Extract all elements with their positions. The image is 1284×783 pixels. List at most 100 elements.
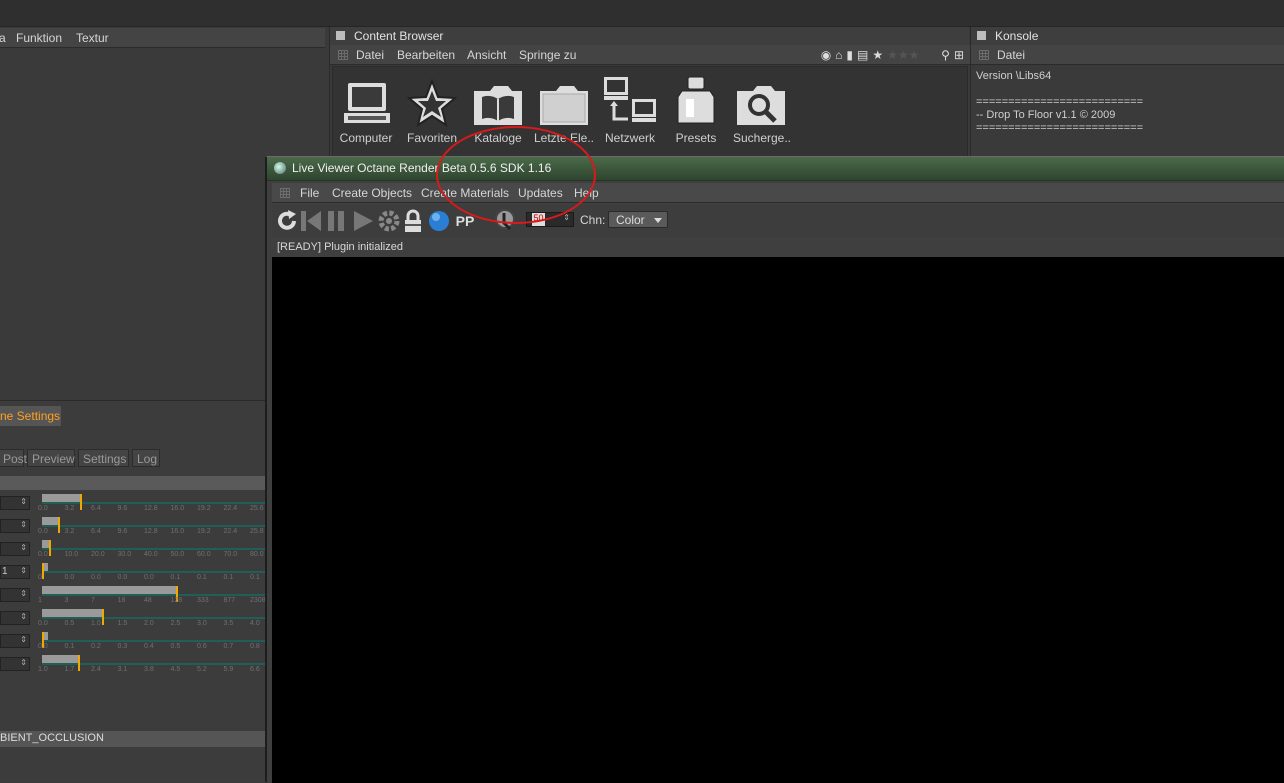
menu-item-funktion[interactable]: Funktion (16, 31, 62, 45)
spin-arrows-icon[interactable]: ⇕ (20, 589, 27, 598)
tick-label: 0.1 (197, 574, 207, 581)
grip-icon[interactable] (338, 50, 348, 60)
slider-track[interactable] (42, 663, 266, 665)
home-icon[interactable]: ⌂ (835, 48, 842, 62)
params-list: ⇕ 0.0 3.2 6.4 9.6 12.8 16.0 19.2 22.4 25.6 ⇕ 0.0 3.2… (0, 494, 266, 678)
tab-settings[interactable]: Settings (78, 449, 129, 467)
param-row: ⇕ 0.0 10.0 20.0 30.0 40.0 50.0 60.0 70.0 80.0 (0, 540, 266, 562)
spin-arrows-icon[interactable]: ⇕ (563, 213, 570, 222)
content-browser-title: Content Browser (354, 29, 444, 43)
tick-label: 0.0 (38, 528, 48, 535)
param-value-field[interactable]: ⇕ (0, 657, 30, 671)
console-menubar: Datei (971, 45, 1284, 65)
tick-label: 20.0 (91, 551, 105, 558)
tab-preview[interactable]: Preview (27, 449, 75, 467)
pause-icon[interactable] (324, 208, 350, 234)
channel-select[interactable]: Color (608, 211, 668, 228)
tick-label: 0.0 (117, 574, 128, 581)
search-icon[interactable]: ⚲ (941, 48, 950, 62)
gear-icon[interactable] (376, 208, 402, 234)
param-value-field[interactable]: ⇕ (0, 588, 30, 602)
param-value-field[interactable]: ⇕ (0, 496, 30, 510)
spin-arrows-icon[interactable]: ⇕ (20, 658, 27, 667)
param-value-field[interactable]: 1 ⇕ (0, 565, 30, 579)
tick-label: 16.0 (170, 528, 185, 535)
preset-icon[interactable]: ▮ (846, 48, 853, 62)
play-icon[interactable] (350, 208, 376, 234)
tick-label: 128 (170, 597, 183, 604)
slider-track[interactable] (42, 640, 266, 642)
lock-icon[interactable] (400, 208, 426, 234)
menu-item-textur[interactable]: Textur (76, 31, 109, 45)
menu-item-file[interactable]: File (300, 186, 319, 200)
red-annotation-circle (436, 126, 596, 224)
spin-arrows-icon[interactable]: ⇕ (20, 497, 27, 506)
tick-label: 6.4 (91, 528, 101, 535)
tick-label: 30.0 (117, 551, 132, 558)
spin-arrows-icon[interactable]: ⇕ (20, 520, 27, 529)
search-folder-icon (737, 86, 785, 125)
param-value-field[interactable]: ⇕ (0, 634, 30, 648)
menu-item-datei[interactable]: Datei (356, 48, 384, 62)
menu-item-bearbeiten[interactable]: Bearbeiten (397, 48, 455, 62)
eye-icon[interactable]: ◉ (821, 48, 831, 62)
slider-track[interactable] (42, 548, 266, 550)
spin-arrows-icon[interactable]: ⇕ (20, 566, 27, 575)
menu-item-datei[interactable]: Datei (997, 48, 1025, 62)
panel-menu-icon[interactable] (977, 31, 986, 40)
spin-arrows-icon[interactable]: ⇕ (20, 543, 27, 552)
menu-item-springe-zu[interactable]: Springe zu (519, 48, 576, 62)
cb-item-netzwerk[interactable]: Netzwerk (599, 77, 661, 145)
slider-ticks: 1 3 7 18 48 128 333 877 2308 (38, 597, 266, 604)
slider-track[interactable] (42, 571, 266, 573)
param-value-field[interactable]: ⇕ (0, 542, 30, 556)
slider-track[interactable] (42, 525, 266, 527)
slider-track[interactable] (42, 502, 266, 504)
param-value-field[interactable]: ⇕ (0, 611, 30, 625)
cb-item-favoriten[interactable]: Favoriten (401, 77, 463, 145)
stars-rating-icon: ★★★ (887, 48, 920, 62)
tab-log[interactable]: Log (132, 449, 160, 467)
cb-item-presets[interactable]: Presets (665, 76, 727, 145)
cb-item-suchergebnisse[interactable]: Sucherge.. (731, 77, 793, 145)
tab-post[interactable]: Post (0, 449, 27, 467)
network-icon (604, 77, 656, 122)
tick-label: 0.0 (144, 574, 154, 581)
sphere-icon[interactable] (426, 208, 452, 234)
refresh-icon[interactable] (274, 208, 300, 234)
star-icon[interactable]: ★ (872, 48, 883, 62)
chevron-down-icon (654, 218, 662, 223)
render-viewport[interactable] (272, 257, 1284, 783)
spin-arrows-icon[interactable]: ⇕ (20, 635, 27, 644)
tick-label: 3.5 (223, 620, 234, 627)
tab-render-settings[interactable]: ne Settings (0, 406, 61, 426)
console-title: Konsole (995, 29, 1039, 43)
grip-icon[interactable] (280, 188, 290, 198)
settings-tabs: Post Preview Settings Log (0, 447, 266, 469)
tick-label: 0.2 (91, 643, 101, 650)
add-icon[interactable]: ⊞ (954, 48, 964, 62)
cb-item-computer[interactable]: Computer (335, 77, 397, 145)
catalog-icon[interactable]: ▤ (857, 48, 868, 62)
tick-label: 16.0 (170, 505, 185, 512)
menu-item-partial[interactable]: a (0, 31, 6, 45)
status-text: [READY] Plugin initialized (277, 241, 403, 253)
slider-track[interactable] (42, 594, 266, 596)
tick-label: 12.8 (144, 528, 158, 535)
param-value-field[interactable]: ⇕ (0, 519, 30, 533)
skip-back-icon[interactable] (298, 208, 324, 234)
slider-track[interactable] (42, 617, 266, 619)
panel-menu-icon[interactable] (336, 31, 345, 40)
spin-arrows-icon[interactable]: ⇕ (20, 612, 27, 621)
tick-label: 0.4 (144, 643, 154, 650)
menu-item-ansicht[interactable]: Ansicht (467, 48, 506, 62)
cb-label: Netzwerk (604, 131, 655, 145)
tick-label: 1.0 (38, 666, 48, 673)
tick-label: 0.0 (91, 574, 101, 581)
menu-item-create-objects[interactable]: Create Objects (332, 186, 412, 200)
slider-ticks: 0.0 3.2 6.4 9.6 12.8 16.0 19.2 22.4 25.6 (38, 505, 266, 512)
live-viewer-titlebar[interactable]: Live Viewer Octane Render Beta 0.5.6 SDK… (267, 157, 1284, 181)
cb-label: Computer (339, 131, 393, 145)
grip-icon[interactable] (979, 50, 989, 60)
tick-label: 0.1 (64, 643, 75, 650)
